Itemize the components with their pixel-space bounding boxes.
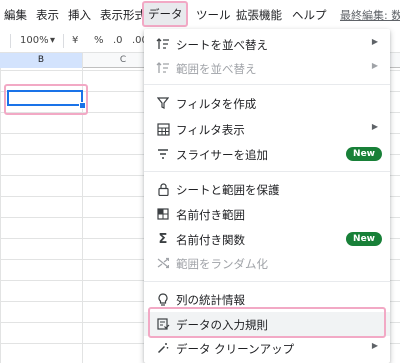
new-badge: New bbox=[346, 147, 382, 161]
submenu-arrow-icon: ▶ bbox=[371, 37, 378, 46]
shuffle-icon bbox=[155, 255, 171, 271]
toolbar-divider bbox=[10, 34, 11, 48]
menu-data[interactable]: データ bbox=[144, 2, 187, 26]
menu-item-named-ranges[interactable]: 名前付き範囲 bbox=[144, 202, 390, 226]
menu-item-label: シートを並べ替え bbox=[176, 38, 268, 52]
lock-icon bbox=[155, 181, 171, 197]
menu-item-label: 範囲を並べ替え bbox=[176, 62, 257, 76]
menu-edit[interactable]: 編集 bbox=[4, 7, 27, 23]
menu-tools[interactable]: ツール bbox=[196, 7, 231, 23]
menu-divider bbox=[144, 171, 390, 172]
menu-help[interactable]: ヘルプ bbox=[292, 7, 327, 23]
selected-cell[interactable] bbox=[7, 90, 83, 106]
sigma-icon: Σ bbox=[158, 231, 168, 247]
filter-icon bbox=[155, 95, 171, 111]
menu-divider bbox=[144, 84, 390, 85]
currency-format-button[interactable]: ¥ bbox=[72, 35, 78, 46]
filter-views-icon bbox=[155, 121, 171, 137]
menu-item-column-stats[interactable]: 列の統計情報 bbox=[144, 287, 390, 311]
menu-item-named-functions[interactable]: Σ 名前付き関数 New bbox=[144, 227, 390, 251]
menu-item-sort-range[interactable]: 範囲を並べ替え ▶ bbox=[144, 56, 390, 80]
menu-item-data-validation[interactable]: データの入力規則 bbox=[144, 312, 390, 336]
menu-item-label: 列の統計情報 bbox=[176, 293, 245, 307]
slicer-icon bbox=[155, 146, 171, 162]
sort-icon bbox=[155, 36, 171, 52]
zoom-select[interactable]: 100% bbox=[20, 35, 49, 46]
menu-item-label: シートと範囲を保護 bbox=[176, 183, 280, 197]
data-validation-icon bbox=[155, 316, 171, 332]
named-range-icon bbox=[155, 206, 171, 222]
lightbulb-icon bbox=[155, 291, 171, 307]
menu-item-label: 名前付き関数 bbox=[176, 233, 245, 247]
menu-format[interactable]: 表示形式 bbox=[100, 7, 146, 23]
menu-item-label: 名前付き範囲 bbox=[176, 208, 245, 222]
new-badge: New bbox=[346, 232, 382, 246]
menu-item-create-filter[interactable]: フィルタを作成 bbox=[144, 91, 390, 115]
menu-bar: 編集 表示 挿入 表示形式 データ ツール 拡張機能 ヘルプ 最終編集: 数 bbox=[0, 0, 400, 30]
menu-item-randomize-range[interactable]: 範囲をランダム化 bbox=[144, 251, 390, 275]
last-edit-link[interactable]: 最終編集: 数 bbox=[340, 7, 400, 23]
menu-item-sort-sheet[interactable]: シートを並べ替え ▶ bbox=[144, 32, 390, 56]
column-header-b[interactable]: B bbox=[0, 53, 82, 68]
toolbar-divider bbox=[63, 34, 64, 48]
submenu-arrow-icon: ▶ bbox=[371, 341, 378, 350]
submenu-arrow-icon: ▶ bbox=[371, 61, 378, 70]
magic-wand-icon bbox=[155, 340, 171, 356]
menu-insert[interactable]: 挿入 bbox=[68, 7, 91, 23]
menu-item-label: スライサーを追加 bbox=[176, 148, 268, 162]
sort-range-icon bbox=[155, 60, 171, 76]
decrease-decimal-button[interactable]: .0 bbox=[113, 35, 123, 46]
menu-divider bbox=[144, 281, 390, 282]
menu-item-data-cleanup[interactable]: データ クリーンアップ ▶ bbox=[144, 336, 390, 360]
data-menu-dropdown: シートを並べ替え ▶ 範囲を並べ替え ▶ フィルタを作成 フィルタ表示 ▶ スラ… bbox=[144, 29, 390, 363]
submenu-arrow-icon: ▶ bbox=[371, 122, 378, 131]
menu-item-filter-views[interactable]: フィルタ表示 ▶ bbox=[144, 117, 390, 141]
menu-item-label: フィルタを作成 bbox=[176, 97, 257, 111]
menu-item-label: データの入力規則 bbox=[176, 318, 268, 332]
fill-handle[interactable] bbox=[79, 102, 86, 109]
menu-view[interactable]: 表示 bbox=[36, 7, 59, 23]
menu-item-label: 範囲をランダム化 bbox=[176, 257, 268, 271]
menu-item-label: データ クリーンアップ bbox=[176, 342, 295, 356]
menu-extensions[interactable]: 拡張機能 bbox=[236, 7, 282, 23]
zoom-chevron-icon[interactable]: ▾ bbox=[50, 35, 55, 46]
menu-item-label: フィルタ表示 bbox=[176, 123, 245, 137]
percent-format-button[interactable]: % bbox=[94, 35, 104, 46]
menu-item-protect-sheets[interactable]: シートと範囲を保護 bbox=[144, 177, 390, 201]
menu-item-add-slicer[interactable]: スライサーを追加 New bbox=[144, 142, 390, 166]
